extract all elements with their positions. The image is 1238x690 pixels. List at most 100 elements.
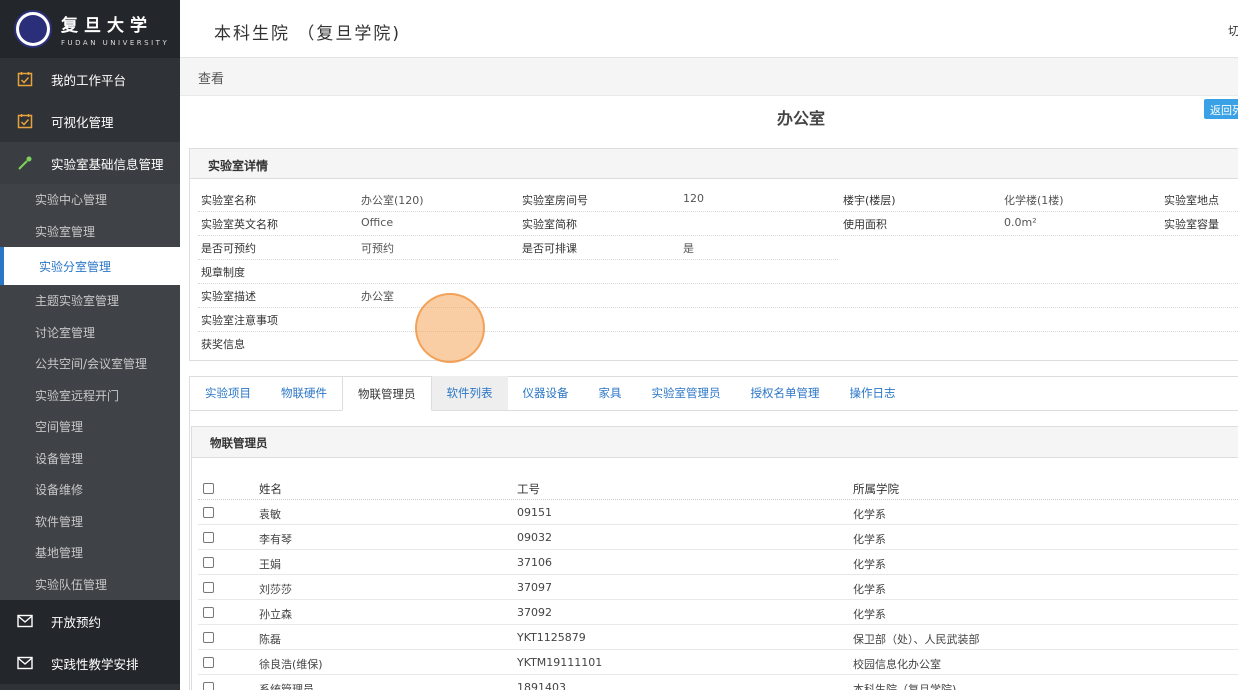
detail-label: 实验室简称	[522, 218, 577, 231]
sidebar-item-software[interactable]: 软件管理	[0, 505, 180, 537]
switch-link[interactable]: 切	[1228, 22, 1238, 39]
row-checkbox[interactable]	[203, 532, 214, 543]
sidebar-item-lab-room[interactable]: 实验分室管理	[0, 247, 180, 285]
detail-label: 实验室英文名称	[201, 218, 278, 231]
cell-college: 化学系	[853, 608, 886, 621]
tab-iot-admins[interactable]: 物联管理员	[342, 376, 432, 411]
table-row: 孙立森 37092 化学系	[198, 600, 1238, 625]
sidebar-item-public-space[interactable]: 公共空间/会议室管理	[0, 348, 180, 380]
nav-open-booking[interactable]: 开放预约	[0, 600, 180, 642]
sidebar-item-lab-center[interactable]: 实验中心管理	[0, 184, 180, 216]
nav-label: 实验中心管理	[35, 193, 108, 208]
page-header-title: 本科生院 （复旦学院)	[214, 24, 402, 44]
tab-iot-hardware[interactable]: 物联硬件	[266, 376, 342, 410]
sidebar-item-discussion-room[interactable]: 讨论室管理	[0, 316, 180, 348]
row-checkbox[interactable]	[203, 582, 214, 593]
sub-panel-title: 物联管理员	[192, 427, 1238, 458]
detail-label: 是否可排课	[522, 242, 577, 255]
brand-cn: 复旦大学	[61, 16, 153, 36]
envelope-icon	[17, 613, 33, 629]
nav-lab-basic-info[interactable]: 实验室基础信息管理	[0, 142, 180, 184]
sidebar-item-base[interactable]: 基地管理	[0, 537, 180, 569]
cell-name: 陈磊	[259, 633, 281, 646]
table-row: 徐良浩(维保) YKTM19111101 校园信息化办公室	[198, 650, 1238, 675]
tab-lab-projects[interactable]: 实验项目	[190, 376, 266, 410]
detail-label: 实验室名称	[201, 194, 256, 207]
sidebar-item-lab[interactable]: 实验室管理	[0, 215, 180, 247]
detail-label: 是否可预约	[201, 242, 256, 255]
university-seal-icon	[14, 10, 52, 48]
detail-label: 实验室注意事项	[201, 314, 278, 327]
cell-id: YKT1125879	[517, 631, 586, 644]
table-row: 系统管理员 1891403 本科生院（复旦学院)	[198, 675, 1238, 690]
tab-software-list[interactable]: 软件列表	[431, 376, 508, 410]
row-checkbox[interactable]	[203, 557, 214, 568]
cell-id: 37097	[517, 581, 552, 594]
row-checkbox[interactable]	[203, 607, 214, 618]
tab-operation-log[interactable]: 操作日志	[835, 376, 911, 410]
nav-label: 实践性教学安排	[51, 656, 139, 672]
detail-value: 可预约	[361, 242, 394, 255]
breadcrumb: 查看	[180, 58, 1238, 96]
cell-college: 本科生院（复旦学院)	[853, 683, 957, 690]
pipette-icon	[17, 155, 33, 171]
lab-details-panel: 实验室详情 实验室名称 办公室(120) 实验室房间号 120 楼宇(楼层) 化…	[189, 148, 1238, 361]
detail-value: 办公室	[361, 290, 394, 303]
nav-label: 实验队伍管理	[35, 577, 108, 592]
cell-name: 刘莎莎	[259, 583, 292, 596]
nav-label: 实验室远程开门	[35, 388, 120, 403]
nav-label: 我的工作平台	[51, 72, 127, 88]
sidebar-item-equipment-repair[interactable]: 设备维修	[0, 474, 180, 506]
nav-visualization[interactable]: 可视化管理	[0, 100, 180, 142]
return-list-button[interactable]: 返回列表	[1204, 99, 1238, 119]
table-row: 李有琴 09032 化学系	[198, 525, 1238, 550]
breadcrumb-current: 查看	[198, 72, 225, 87]
tab-lab-admins[interactable]: 实验室管理员	[637, 376, 736, 410]
nav-my-workbench[interactable]: 我的工作平台	[0, 58, 180, 100]
brand-en: FUDAN UNIVERSITY	[61, 39, 170, 47]
nav-label: 基地管理	[35, 546, 84, 561]
tab-furniture[interactable]: 家具	[584, 376, 637, 410]
logo: 复旦大学 FUDAN UNIVERSITY	[0, 0, 180, 58]
nav-label: 主题实验室管理	[35, 294, 120, 309]
nav-label: 可视化管理	[51, 114, 114, 130]
click-indicator	[415, 293, 485, 363]
cell-id: 1891403	[517, 681, 566, 690]
table-row: 袁敏 09151 化学系	[198, 500, 1238, 525]
table-row: 王娟 37106 化学系	[198, 550, 1238, 575]
cell-college: 保卫部（处）、人民武装部	[853, 633, 980, 646]
nav-practice-teaching[interactable]: 实践性教学安排	[0, 642, 180, 684]
nav-label: 设备维修	[35, 483, 84, 498]
detail-label: 楼宇(楼层)	[843, 194, 896, 207]
cell-name: 系统管理员	[259, 683, 314, 690]
detail-value: 0.0m²	[1004, 216, 1037, 229]
row-checkbox[interactable]	[203, 657, 214, 668]
tab-authorization-list[interactable]: 授权名单管理	[736, 376, 835, 410]
detail-label: 实验室房间号	[522, 194, 588, 207]
row-checkbox[interactable]	[203, 632, 214, 643]
detail-label: 规章制度	[201, 266, 245, 279]
sidebar-item-space[interactable]: 空间管理	[0, 411, 180, 443]
table-row: 刘莎莎 37097 化学系	[198, 575, 1238, 600]
row-checkbox[interactable]	[203, 682, 214, 690]
nav-label: 空间管理	[35, 420, 84, 435]
detail-label: 获奖信息	[201, 338, 245, 351]
cell-college: 化学系	[853, 508, 886, 521]
tab-bar: 实验项目 物联硬件 物联管理员 软件列表 仪器设备 家具 实验室管理员 授权名单…	[190, 376, 1238, 411]
nav-label: 软件管理	[35, 514, 84, 529]
row-checkbox[interactable]	[203, 507, 214, 518]
sidebar-item-remote-door[interactable]: 实验室远程开门	[0, 379, 180, 411]
cell-college: 化学系	[853, 583, 886, 596]
cell-id: 37092	[517, 606, 552, 619]
cell-name: 王娟	[259, 558, 281, 571]
sidebar-item-theme-lab[interactable]: 主题实验室管理	[0, 285, 180, 317]
envelope-icon	[17, 655, 33, 671]
calendar-check-icon	[17, 113, 33, 129]
tab-instruments[interactable]: 仪器设备	[508, 376, 584, 410]
sidebar-item-equipment[interactable]: 设备管理	[0, 442, 180, 474]
sidebar-item-lab-team[interactable]: 实验队伍管理	[0, 568, 180, 600]
nav-label: 公共空间/会议室管理	[35, 357, 148, 372]
detail-label: 实验室容量	[1164, 218, 1219, 231]
panel-title: 实验室详情	[190, 149, 1238, 179]
cell-college: 化学系	[853, 558, 886, 571]
